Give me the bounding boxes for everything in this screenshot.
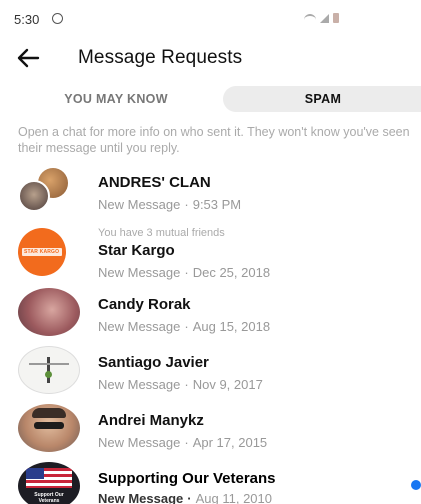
request-preview: New Message [98, 265, 181, 280]
request-date: Dec 25, 2018 [192, 265, 271, 280]
request-name: ANDRES' CLAN [98, 174, 211, 191]
request-row[interactable]: Candy Rorak New Message · Aug 15, 2018 [0, 288, 421, 346]
info-text: Open a chat for more info on who sent it… [18, 125, 410, 155]
request-name: Santiago Javier [98, 354, 209, 371]
avatar [18, 288, 80, 336]
request-date: 9:53 PM [192, 197, 242, 212]
logo-text: STAR KARGO [24, 249, 60, 255]
avatar: STAR KARGO [18, 228, 80, 276]
status-bar: 5:30 [0, 0, 421, 40]
request-meta: New Message · Apr 17, 2015 [98, 435, 268, 450]
request-preview: New Message [98, 197, 181, 212]
request-preview: New Message [98, 319, 181, 334]
mutual-friends: You have 3 mutual friends [98, 227, 225, 239]
group-member-photo [18, 180, 50, 212]
request-name: Candy Rorak [98, 296, 191, 313]
battery-icon [333, 13, 339, 23]
unread-indicator [411, 480, 421, 490]
request-date: Nov 9, 2017 [192, 377, 263, 392]
header: Message Requests [0, 38, 421, 78]
request-row[interactable]: Santiago Javier New Message · Nov 9, 2017 [0, 346, 421, 404]
request-name: Andrei Manykz [98, 412, 204, 429]
profile-photo [18, 404, 80, 452]
veterans-logo: Support Our Veterans [18, 462, 80, 504]
request-meta: New Message · Aug 15, 2018 [98, 319, 271, 334]
request-date: Aug 15, 2018 [192, 319, 271, 334]
request-tabs: YOU MAY KNOW SPAM [16, 86, 421, 112]
request-row[interactable]: Andrei Manykz New Message · Apr 17, 2015 [0, 404, 421, 462]
request-preview: New Message [98, 435, 181, 450]
avatar [18, 404, 80, 452]
profile-photo [18, 346, 80, 394]
back-button[interactable] [14, 44, 42, 72]
status-time: 5:30 [14, 12, 40, 27]
tab-spam[interactable]: SPAM [223, 86, 421, 112]
group-avatar [18, 168, 80, 216]
back-arrow-icon [17, 48, 40, 68]
page-title: Message Requests [78, 47, 243, 68]
avatar [18, 346, 80, 394]
star-kargo-logo: STAR KARGO [18, 228, 66, 276]
request-meta: New Message · Nov 9, 2017 [98, 377, 263, 392]
tab-you-may-know[interactable]: YOU MAY KNOW [46, 86, 186, 112]
logo-text: Support Our Veterans [34, 492, 64, 504]
request-preview: New Message [98, 377, 181, 392]
signal-icon [320, 13, 329, 23]
profile-photo [18, 288, 80, 336]
request-row[interactable]: ANDRES' CLAN New Message · 9:53 PM [0, 166, 421, 224]
wifi-icon [304, 13, 316, 23]
request-preview: New Message [98, 491, 184, 504]
request-date: Aug 11, 2010 [195, 491, 272, 504]
request-row[interactable]: STAR KARGO You have 3 mutual friends Sta… [0, 224, 421, 284]
messenger-status-icon [52, 13, 63, 24]
request-name: Supporting Our Veterans [98, 470, 276, 487]
request-name: Star Kargo [98, 242, 175, 259]
status-icons [304, 13, 339, 23]
request-meta: New Message · Dec 25, 2018 [98, 265, 271, 280]
request-meta: New Message · Aug 11, 2010 [98, 491, 272, 504]
request-row[interactable]: Support Our Veterans Supporting Our Vete… [0, 462, 421, 504]
request-meta: New Message · 9:53 PM [98, 197, 242, 212]
avatar: Support Our Veterans [18, 462, 80, 504]
request-date: Apr 17, 2015 [192, 435, 268, 450]
